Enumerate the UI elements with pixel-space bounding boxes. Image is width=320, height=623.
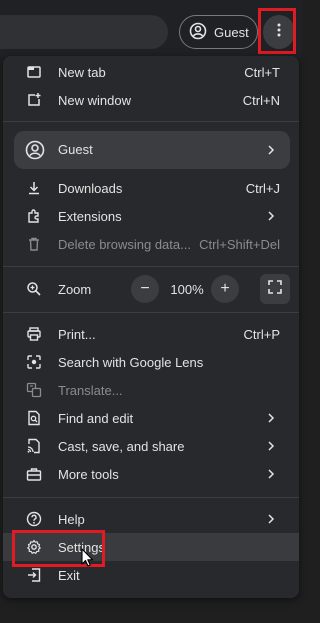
lens-icon: [26, 354, 42, 370]
kebab-menu-icon: [271, 22, 287, 43]
shortcut-label: Ctrl+P: [243, 326, 280, 342]
chevron-right-icon: [265, 468, 277, 480]
menu-item-label: New window: [58, 92, 131, 108]
menu-item-new-window[interactable]: New window Ctrl+N: [3, 86, 299, 114]
menu-item-label: Exit: [58, 567, 80, 583]
menu-item-label: Translate...: [58, 382, 123, 398]
menu-divider: [3, 266, 299, 267]
guest-label: Guest: [214, 24, 249, 40]
menu-divider: [3, 312, 299, 313]
menu-item-label: Help: [58, 511, 85, 527]
plus-icon: +: [220, 280, 230, 297]
help-icon: [26, 511, 42, 527]
print-icon: [26, 326, 42, 342]
menu-item-google-lens[interactable]: Search with Google Lens: [3, 348, 299, 376]
download-icon: [26, 180, 42, 196]
menu-divider: [3, 497, 299, 498]
exit-icon: [26, 567, 42, 583]
menu-item-label: More tools: [58, 466, 119, 482]
gear-icon: [26, 539, 42, 555]
zoom-in-button[interactable]: +: [211, 275, 239, 303]
menu-item-exit[interactable]: Exit: [3, 561, 299, 589]
menu-item-label: Cast, save, and share: [58, 438, 185, 454]
menu-item-find-and-edit[interactable]: Find and edit: [3, 404, 299, 432]
kebab-menu-button[interactable]: [263, 15, 295, 49]
chrome-main-menu: New tab Ctrl+T New window Ctrl+N Guest D…: [3, 56, 299, 598]
trash-icon: [26, 236, 42, 252]
cast-icon: [26, 438, 42, 454]
menu-item-more-tools[interactable]: More tools: [3, 460, 299, 488]
chevron-right-icon: [265, 210, 277, 222]
guest-profile-button[interactable]: Guest: [179, 15, 258, 49]
zoom-icon: [26, 281, 42, 297]
guest-avatar-icon: [25, 140, 45, 160]
menu-item-new-tab[interactable]: New tab Ctrl+T: [3, 58, 299, 86]
chevron-right-icon: [265, 513, 277, 525]
menu-item-label: Guest: [58, 142, 93, 157]
translate-icon: [26, 382, 42, 398]
fullscreen-button[interactable]: [260, 274, 290, 304]
menu-item-label: Zoom: [58, 281, 92, 297]
chevron-right-icon: [265, 412, 277, 424]
mouse-cursor-icon: [81, 548, 95, 568]
chevron-right-icon: [265, 440, 277, 452]
shortcut-label: Ctrl+T: [244, 64, 280, 80]
zoom-level-value: 100%: [170, 282, 204, 297]
browser-toolbar: Guest: [0, 0, 302, 58]
menu-divider: [3, 121, 299, 122]
menu-item-label: Extensions: [58, 208, 122, 224]
menu-item-print[interactable]: Print... Ctrl+P: [3, 320, 299, 348]
find-icon: [26, 410, 42, 426]
new-tab-icon: [26, 64, 42, 80]
chevron-right-icon: [265, 144, 277, 156]
menu-item-label: Find and edit: [58, 410, 134, 426]
menu-item-label: Search with Google Lens: [58, 354, 204, 370]
menu-item-help[interactable]: Help: [3, 505, 299, 533]
shortcut-label: Ctrl+Shift+Del: [199, 236, 280, 252]
address-bar[interactable]: [0, 15, 168, 49]
extension-icon: [26, 208, 42, 224]
shortcut-label: Ctrl+J: [245, 180, 280, 196]
menu-item-delete-browsing-data[interactable]: Delete browsing data... Ctrl+Shift+Del: [3, 230, 299, 258]
guest-avatar-icon: [189, 22, 207, 43]
toolbox-icon: [26, 466, 42, 482]
menu-item-label: Delete browsing data...: [58, 236, 191, 252]
menu-item-profile-guest[interactable]: Guest: [14, 131, 290, 169]
menu-item-downloads[interactable]: Downloads Ctrl+J: [3, 174, 299, 202]
fullscreen-icon: [268, 279, 282, 299]
menu-item-translate[interactable]: Translate...: [3, 376, 299, 404]
menu-item-extensions[interactable]: Extensions: [3, 202, 299, 230]
menu-item-label: New tab: [58, 64, 106, 80]
minus-icon: −: [140, 280, 150, 297]
new-window-icon: [26, 92, 42, 108]
menu-item-label: Downloads: [58, 180, 123, 196]
menu-item-label: Print...: [58, 326, 96, 342]
shortcut-label: Ctrl+N: [242, 92, 280, 108]
zoom-out-button[interactable]: −: [131, 275, 159, 303]
menu-item-cast-save-share[interactable]: Cast, save, and share: [3, 432, 299, 460]
menu-item-settings[interactable]: Settings: [3, 533, 299, 561]
